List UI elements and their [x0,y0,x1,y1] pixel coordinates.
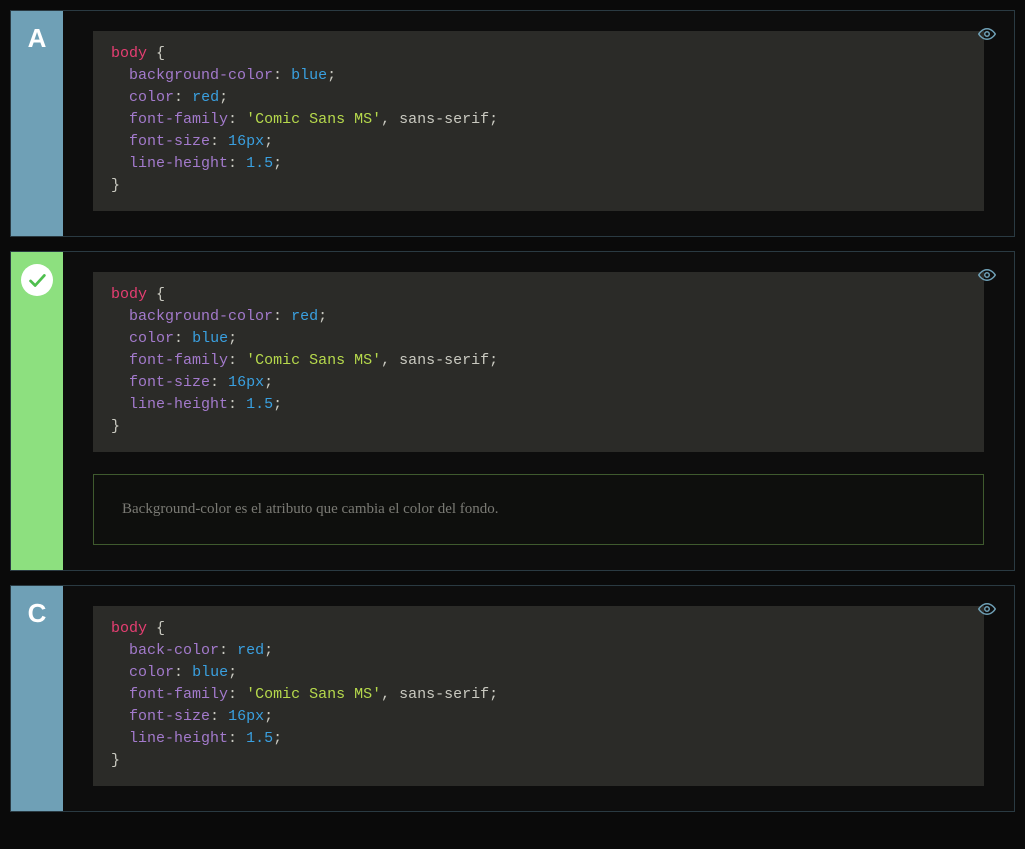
eye-icon[interactable] [978,600,996,618]
option-letter: A [28,23,47,54]
option-content: body { back-color: red; color: blue; fon… [63,586,1014,811]
option-label-column: A [11,11,63,236]
answer-option[interactable]: Abody { background-color: blue; color: r… [10,10,1015,237]
option-content: body { background-color: blue; color: re… [63,11,1014,236]
code-block: body { background-color: red; color: blu… [93,272,984,452]
answer-option[interactable]: body { background-color: red; color: blu… [10,251,1015,571]
option-letter: C [28,598,47,629]
check-icon [21,264,53,296]
option-label-column [11,252,63,570]
eye-icon[interactable] [978,266,996,284]
option-content: body { background-color: red; color: blu… [63,252,1014,570]
option-label-column: C [11,586,63,811]
code-block: body { back-color: red; color: blue; fon… [93,606,984,786]
code-block: body { background-color: blue; color: re… [93,31,984,211]
eye-icon[interactable] [978,25,996,43]
answer-option[interactable]: Cbody { back-color: red; color: blue; fo… [10,585,1015,812]
explanation-box: Background-color es el atributo que camb… [93,474,984,545]
